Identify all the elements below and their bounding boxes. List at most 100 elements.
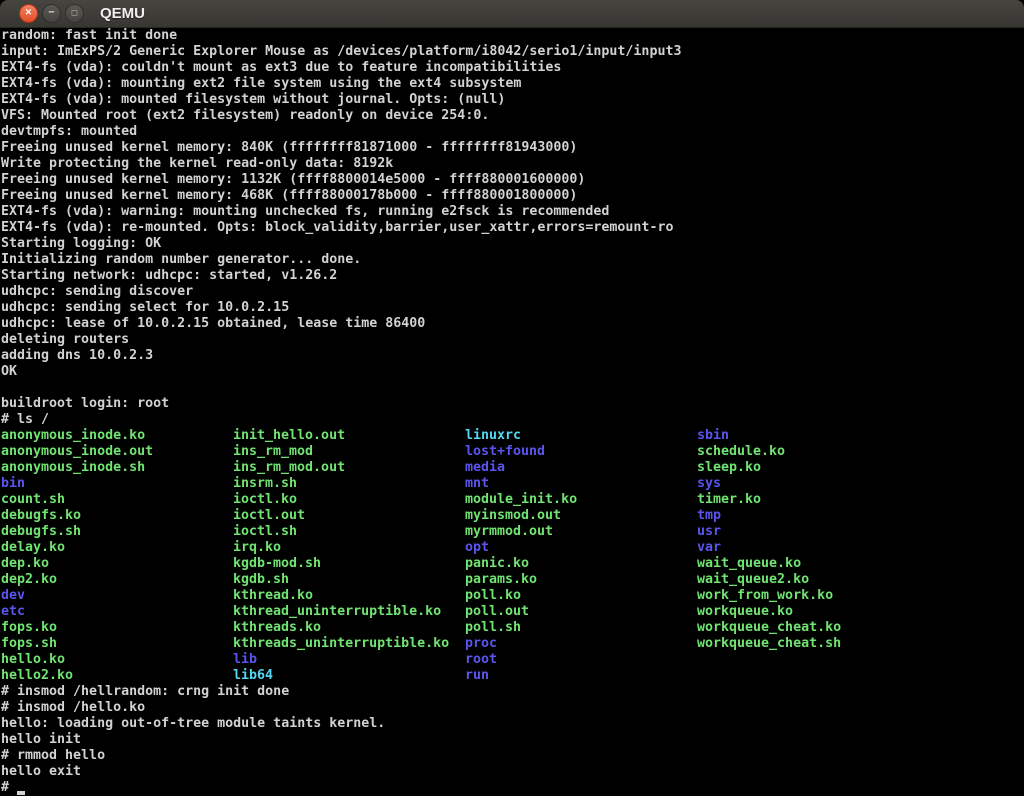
- console-text: # insmod /hellrandom: crng init done: [1, 684, 289, 699]
- file-entry: params.ko: [465, 572, 697, 588]
- console-text: Initializing random number generator... …: [1, 252, 361, 267]
- file-entry: wait_queue.ko: [697, 556, 801, 571]
- console-line: hello.kolibroot: [1, 652, 1024, 668]
- file-entry: linuxrc: [465, 428, 697, 444]
- console-line: deleting routers: [1, 332, 1024, 348]
- file-entry: kthread.ko: [233, 588, 465, 604]
- file-entry: hello2.ko: [1, 668, 233, 684]
- file-entry: workqueue.ko: [697, 604, 793, 619]
- console-line: # rmmod hello: [1, 748, 1024, 764]
- console-line: debugfs.shioctl.shmyrmmod.outusr: [1, 524, 1024, 540]
- console-line: hello exit: [1, 764, 1024, 780]
- file-entry: usr: [697, 524, 721, 539]
- file-entry: ioctl.ko: [233, 492, 465, 508]
- console-line: OK: [1, 364, 1024, 380]
- console-text: Freeing unused kernel memory: 840K (ffff…: [1, 140, 577, 155]
- console-text: #: [1, 780, 17, 795]
- file-entry: debugfs.sh: [1, 524, 233, 540]
- console-line: Freeing unused kernel memory: 1132K (fff…: [1, 172, 1024, 188]
- console-line: bininsrm.shmntsys: [1, 476, 1024, 492]
- console-text: EXT4-fs (vda): mounting ext2 file system…: [1, 76, 521, 91]
- console-line: fops.kokthreads.kopoll.shworkqueue_cheat…: [1, 620, 1024, 636]
- console-text: Starting logging: OK: [1, 236, 161, 251]
- console-text: # insmod /hello.ko: [1, 700, 145, 715]
- console-line: delay.koirq.kooptvar: [1, 540, 1024, 556]
- file-entry: kthread_uninterruptible.ko: [233, 604, 465, 620]
- console-line: buildroot login: root: [1, 396, 1024, 412]
- console-text: OK: [1, 364, 17, 379]
- console-line: # insmod /hello.ko: [1, 700, 1024, 716]
- console-line: VFS: Mounted root (ext2 filesystem) read…: [1, 108, 1024, 124]
- terminal-cursor: [17, 780, 25, 795]
- console-line: devkthread.kopoll.kowork_from_work.ko: [1, 588, 1024, 604]
- file-entry: lib64: [233, 668, 465, 684]
- close-button[interactable]: ×: [19, 4, 38, 23]
- console-line: dep2.kokgdb.shparams.kowait_queue2.ko: [1, 572, 1024, 588]
- file-entry: anonymous_inode.ko: [1, 428, 233, 444]
- file-entry: fops.ko: [1, 620, 233, 636]
- console-text: # rmmod hello: [1, 748, 105, 763]
- console-text: udhcpc: lease of 10.0.2.15 obtained, lea…: [1, 316, 425, 331]
- console-line: anonymous_inode.koinit_hello.outlinuxrcs…: [1, 428, 1024, 444]
- console-text: hello: loading out-of-tree module taints…: [1, 716, 385, 731]
- file-entry: module_init.ko: [465, 492, 697, 508]
- file-entry: proc: [465, 636, 697, 652]
- console-text: EXT4-fs (vda): re-mounted. Opts: block_v…: [1, 220, 673, 235]
- maximize-button[interactable]: □: [65, 4, 84, 23]
- file-entry: ioctl.out: [233, 508, 465, 524]
- console-line: Starting network: udhcpc: started, v1.26…: [1, 268, 1024, 284]
- console-line: adding dns 10.0.2.3: [1, 348, 1024, 364]
- file-entry: bin: [1, 476, 233, 492]
- file-entry: etc: [1, 604, 233, 620]
- console-text: random: fast init done: [1, 28, 177, 43]
- console-text: Write protecting the kernel read-only da…: [1, 156, 393, 171]
- file-entry: init_hello.out: [233, 428, 465, 444]
- console-line: Write protecting the kernel read-only da…: [1, 156, 1024, 172]
- file-entry: insrm.sh: [233, 476, 465, 492]
- console-text: Starting network: udhcpc: started, v1.26…: [1, 268, 337, 283]
- console-line: hello2.kolib64run: [1, 668, 1024, 684]
- console-line: EXT4-fs (vda): mounted filesystem withou…: [1, 92, 1024, 108]
- console-text: devtmpfs: mounted: [1, 124, 137, 139]
- minimize-button[interactable]: −: [42, 4, 61, 23]
- file-entry: tmp: [697, 508, 721, 523]
- file-entry: ioctl.sh: [233, 524, 465, 540]
- console-line: EXT4-fs (vda): re-mounted. Opts: block_v…: [1, 220, 1024, 236]
- console-text: Freeing unused kernel memory: 1132K (fff…: [1, 172, 585, 187]
- console-line: EXT4-fs (vda): warning: mounting uncheck…: [1, 204, 1024, 220]
- file-entry: sbin: [697, 428, 729, 443]
- console-text: # ls /: [1, 412, 49, 427]
- terminal-screen[interactable]: random: fast init doneinput: ImExPS/2 Ge…: [0, 28, 1024, 796]
- file-entry: workqueue_cheat.ko: [697, 620, 841, 635]
- file-entry: poll.out: [465, 604, 697, 620]
- console-text: input: ImExPS/2 Generic Explorer Mouse a…: [1, 44, 681, 59]
- console-line: dep.kokgdb-mod.shpanic.kowait_queue.ko: [1, 556, 1024, 572]
- titlebar[interactable]: × − □ QEMU: [0, 0, 1024, 28]
- file-entry: poll.ko: [465, 588, 697, 604]
- console-line: udhcpc: sending discover: [1, 284, 1024, 300]
- file-entry: poll.sh: [465, 620, 697, 636]
- close-icon: ×: [25, 8, 31, 19]
- file-entry: ins_rm_mod: [233, 444, 465, 460]
- console-text: udhcpc: sending discover: [1, 284, 193, 299]
- file-entry: kgdb-mod.sh: [233, 556, 465, 572]
- file-entry: hello.ko: [1, 652, 233, 668]
- console-line: hello init: [1, 732, 1024, 748]
- console-text: EXT4-fs (vda): warning: mounting uncheck…: [1, 204, 609, 219]
- console-line: #: [1, 780, 1024, 796]
- console-line: count.shioctl.komodule_init.kotimer.ko: [1, 492, 1024, 508]
- file-entry: panic.ko: [465, 556, 697, 572]
- console-text: Freeing unused kernel memory: 468K (ffff…: [1, 188, 577, 203]
- maximize-icon: □: [72, 9, 77, 18]
- file-entry: myrmmod.out: [465, 524, 697, 540]
- console-line: EXT4-fs (vda): couldn't mount as ext3 du…: [1, 60, 1024, 76]
- file-entry: run: [465, 668, 489, 683]
- file-entry: opt: [465, 540, 697, 556]
- console-text: EXT4-fs (vda): mounted filesystem withou…: [1, 92, 505, 107]
- file-entry: media: [465, 460, 697, 476]
- console-line: anonymous_inode.shins_rm_mod.outmediasle…: [1, 460, 1024, 476]
- file-entry: irq.ko: [233, 540, 465, 556]
- console-text: EXT4-fs (vda): couldn't mount as ext3 du…: [1, 60, 561, 75]
- file-entry: lost+found: [465, 444, 697, 460]
- console-line: debugfs.koioctl.outmyinsmod.outtmp: [1, 508, 1024, 524]
